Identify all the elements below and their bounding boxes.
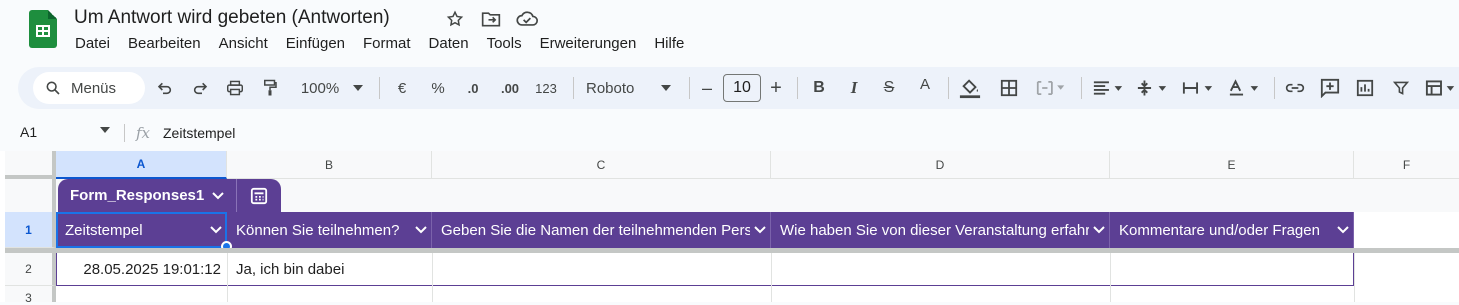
menu-ansicht[interactable]: Ansicht: [210, 33, 277, 54]
vertical-align-icon[interactable]: [1132, 67, 1172, 109]
table-header-teilnehmen[interactable]: Können Sie teilnehmen?: [227, 212, 432, 248]
toolbar: Menüs 100% € % .0 .00 123 Roboto – 10 + …: [18, 67, 1459, 109]
column-header-a[interactable]: A: [56, 151, 227, 179]
fill-color-icon[interactable]: [957, 67, 983, 109]
insert-link-icon[interactable]: [1282, 67, 1308, 109]
table-header-erfahren[interactable]: Wie haben Sie von dieser Veranstaltung e…: [771, 212, 1110, 248]
row-header-3[interactable]: 3: [5, 286, 56, 305]
menu-hilfe[interactable]: Hilfe: [645, 33, 693, 54]
horizontal-align-icon[interactable]: [1088, 67, 1128, 109]
chevron-down-icon[interactable]: [212, 191, 224, 200]
chevron-down-icon[interactable]: [750, 226, 770, 234]
formula-divider: [124, 124, 125, 142]
cloud-saved-icon[interactable]: [516, 8, 538, 30]
font-dropdown-icon[interactable]: [658, 67, 674, 109]
cell-a2[interactable]: 28.05.2025 19:01:12: [56, 253, 221, 286]
menu-daten[interactable]: Daten: [420, 33, 478, 54]
header-label: Geben Sie die Namen der teilnehmenden Pe…: [441, 221, 750, 239]
document-title[interactable]: Um Antwort wird gebeten (Antworten): [74, 7, 390, 29]
menu-datei[interactable]: Datei: [66, 33, 119, 54]
header-label: Können Sie teilnehmen?: [236, 221, 400, 239]
name-box[interactable]: A1: [20, 124, 37, 140]
row-header-1[interactable]: 1: [5, 212, 56, 248]
bold-button[interactable]: B: [808, 67, 830, 109]
text-rotation-icon[interactable]: [1224, 67, 1264, 109]
title-bar: Um Antwort wird gebeten (Antworten) Date…: [0, 0, 1459, 62]
move-folder-icon[interactable]: [480, 8, 502, 30]
filter-views-icon[interactable]: [1422, 67, 1459, 109]
decrease-decimal-button[interactable]: .0: [461, 67, 485, 109]
table-calculator-icon[interactable]: [237, 187, 281, 205]
column-header-e[interactable]: E: [1110, 151, 1354, 179]
row-header-2[interactable]: 2: [5, 253, 56, 286]
table-header-namen[interactable]: Geben Sie die Namen der teilnehmenden Pe…: [432, 212, 771, 248]
insert-comment-icon[interactable]: [1317, 67, 1343, 109]
merge-cells-icon[interactable]: [1033, 67, 1069, 109]
menu-tools[interactable]: Tools: [478, 33, 531, 54]
font-size-increase-button[interactable]: +: [765, 67, 787, 109]
table-name-chip[interactable]: Form_Responses1: [58, 179, 282, 212]
zoom-dropdown-icon[interactable]: [350, 67, 366, 109]
column-header-c[interactable]: C: [432, 151, 771, 179]
borders-icon[interactable]: [997, 67, 1021, 109]
strikethrough-button[interactable]: S: [878, 67, 900, 109]
chevron-down-icon[interactable]: [411, 226, 431, 234]
chevron-down-icon[interactable]: [1089, 226, 1109, 234]
increase-decimal-button[interactable]: .00: [495, 67, 525, 109]
font-size-decrease-button[interactable]: –: [696, 67, 718, 109]
filter-icon[interactable]: [1388, 67, 1414, 109]
table-header-kommentare[interactable]: Kommentare und/oder Fragen: [1110, 212, 1354, 248]
menu-format[interactable]: Format: [354, 33, 420, 54]
name-box-dropdown-icon[interactable]: [100, 127, 110, 133]
menu-bearbeiten[interactable]: Bearbeiten: [119, 33, 210, 54]
fx-icon: fx: [136, 124, 151, 142]
insert-chart-icon[interactable]: [1352, 67, 1378, 109]
column-header-d[interactable]: D: [771, 151, 1110, 179]
table-name: Form_Responses1: [70, 187, 205, 204]
percent-button[interactable]: %: [426, 67, 450, 109]
column-header-f[interactable]: F: [1354, 151, 1459, 179]
cell-b2[interactable]: Ja, ich bin dabei: [236, 253, 426, 286]
select-all-corner[interactable]: [5, 151, 56, 179]
font-size-input[interactable]: 10: [723, 74, 761, 102]
column-header-b[interactable]: B: [227, 151, 432, 179]
title-icons: [444, 8, 538, 30]
active-cell-outline: [56, 212, 227, 248]
text-wrapping-icon[interactable]: [1178, 67, 1218, 109]
menu-search[interactable]: Menüs: [33, 72, 145, 104]
currency-button[interactable]: €: [390, 67, 414, 109]
star-icon[interactable]: [444, 8, 466, 30]
menu-bar: Datei Bearbeiten Ansicht Einfügen Format…: [66, 33, 693, 54]
menu-einfuegen[interactable]: Einfügen: [277, 33, 354, 54]
font-family-select[interactable]: Roboto: [584, 67, 654, 109]
header-label: Wie haben Sie von dieser Veranstaltung e…: [780, 221, 1089, 239]
header-label: Kommentare und/oder Fragen: [1119, 221, 1320, 239]
search-label: Menüs: [71, 79, 117, 97]
italic-button[interactable]: I: [843, 67, 865, 109]
spreadsheet-grid: A B C D E F Form_Responses1 1 Zeitstempe…: [0, 151, 1459, 305]
table-bar-gutter: [5, 179, 56, 212]
paint-format-icon[interactable]: [258, 67, 282, 109]
search-icon: [46, 81, 60, 95]
sheets-logo-icon[interactable]: [29, 10, 57, 48]
print-icon[interactable]: [223, 67, 247, 109]
formula-input[interactable]: Zeitstempel: [163, 125, 235, 141]
text-color-button[interactable]: A: [914, 67, 936, 109]
number-format-button[interactable]: 123: [532, 67, 560, 109]
zoom-value[interactable]: 100%: [296, 67, 344, 109]
menu-erweiterungen[interactable]: Erweiterungen: [531, 33, 646, 54]
undo-icon[interactable]: [153, 67, 177, 109]
chevron-down-icon[interactable]: [1333, 226, 1353, 234]
redo-icon[interactable]: [188, 67, 212, 109]
